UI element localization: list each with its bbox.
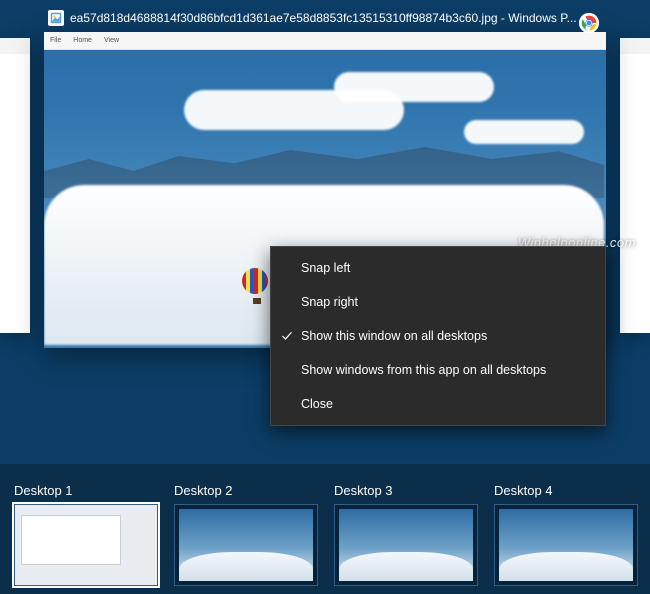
- desktop-1[interactable]: Desktop 1: [14, 483, 158, 586]
- desktop-thumbnail[interactable]: [14, 504, 158, 586]
- menu-show-app-on-all-desktops[interactable]: Show windows from this app on all deskto…: [271, 353, 605, 387]
- desktop-2[interactable]: Desktop 2: [174, 483, 318, 586]
- desktop-thumbnail[interactable]: [494, 504, 638, 586]
- menu-show-on-all-desktops[interactable]: Show this window on all desktops: [271, 319, 605, 353]
- menu-item-label: Snap right: [301, 295, 358, 309]
- window-title: ea57d818d4688814f30d86bfcd1d361ae7e58d88…: [70, 11, 577, 25]
- desktop-thumbnail[interactable]: [334, 504, 478, 586]
- window-context-menu: Snap left Snap right Show this window on…: [270, 246, 606, 426]
- desktop-label: Desktop 4: [494, 483, 638, 498]
- desktop-label: Desktop 1: [14, 483, 158, 498]
- balloon-art: [242, 268, 272, 308]
- menu-snap-right[interactable]: Snap right: [271, 285, 605, 319]
- window-titlebar: ea57d818d4688814f30d86bfcd1d361ae7e58d88…: [44, 10, 606, 32]
- desktop-4[interactable]: Desktop 4: [494, 483, 638, 586]
- cloud-art: [334, 72, 494, 102]
- menu-item-label: Close: [301, 397, 333, 411]
- menu-item-label: Show this window on all desktops: [301, 329, 487, 343]
- check-icon: [281, 330, 293, 342]
- desktop-3[interactable]: Desktop 3: [334, 483, 478, 586]
- menu-snap-left[interactable]: Snap left: [271, 251, 605, 285]
- menu-item-label: Show windows from this app on all deskto…: [301, 363, 546, 377]
- window-peek-left[interactable]: [0, 38, 30, 333]
- desktop-thumbnail[interactable]: [174, 504, 318, 586]
- virtual-desktops-strip: Desktop 1 Desktop 2 Desktop 3 Desktop 4: [0, 464, 650, 594]
- paint-menu-bar[interactable]: File Home View: [44, 32, 606, 50]
- chrome-icon[interactable]: [578, 12, 600, 34]
- cloud-art: [464, 120, 584, 144]
- desktop-label: Desktop 2: [174, 483, 318, 498]
- menu-view[interactable]: View: [104, 37, 119, 44]
- menu-close[interactable]: Close: [271, 387, 605, 421]
- desktop-label: Desktop 3: [334, 483, 478, 498]
- menu-file[interactable]: File: [50, 37, 61, 44]
- menu-home[interactable]: Home: [73, 37, 92, 44]
- paint-app-icon: [48, 10, 64, 26]
- window-peek-right[interactable]: [620, 38, 650, 333]
- menu-item-label: Snap left: [301, 261, 350, 275]
